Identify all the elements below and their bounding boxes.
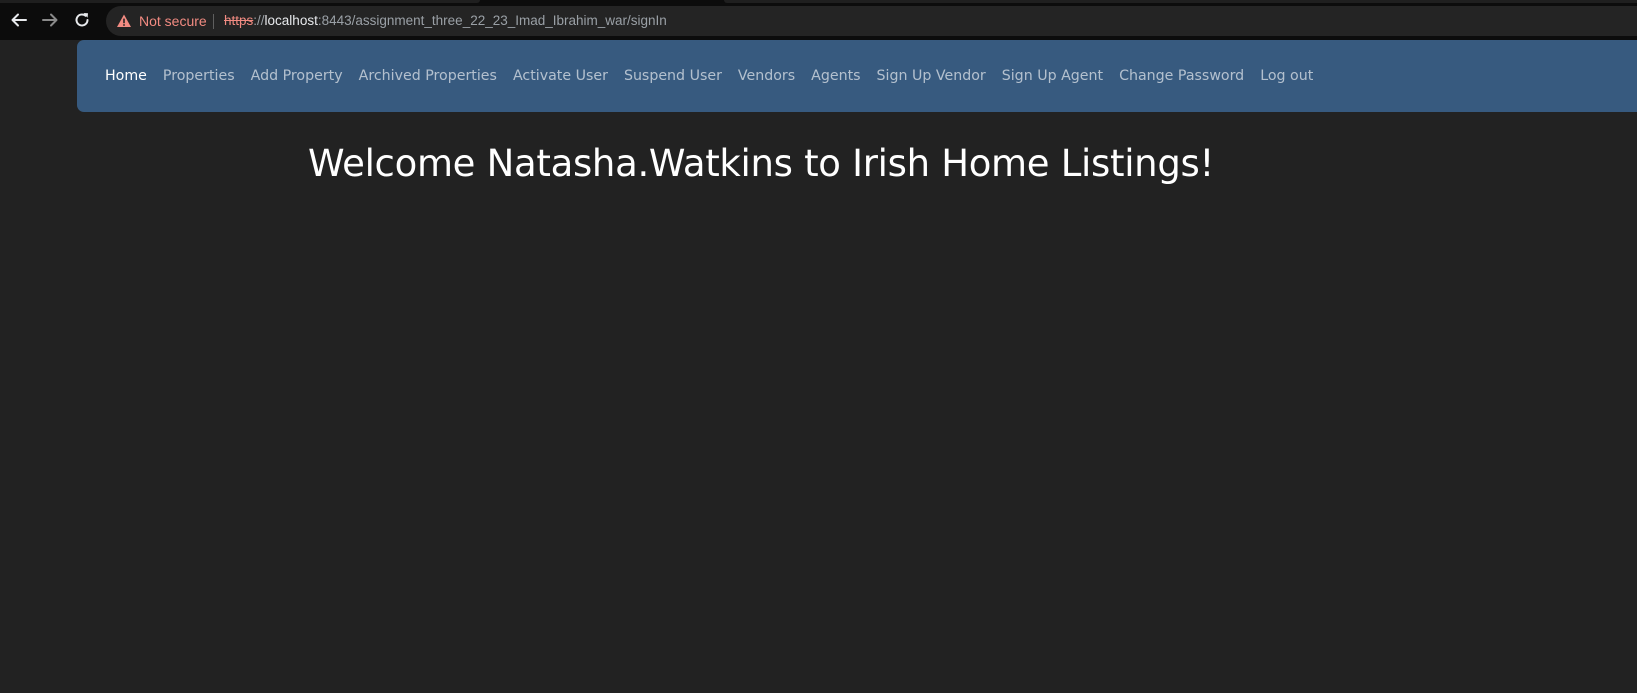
nav-item-sign-up-vendor[interactable]: Sign Up Vendor	[869, 40, 994, 112]
nav-item-archived-properties[interactable]: Archived Properties	[351, 40, 505, 112]
nav-item-log-out[interactable]: Log out	[1252, 40, 1321, 112]
nav-item-suspend-user[interactable]: Suspend User	[616, 40, 730, 112]
nav-item-add-property[interactable]: Add Property	[243, 40, 351, 112]
back-button[interactable]	[8, 9, 30, 31]
url-host: localhost	[264, 13, 318, 28]
url-path: :8443/assignment_three_22_23_Imad_Ibrahi…	[317, 13, 667, 28]
reload-icon	[75, 13, 89, 27]
address-bar[interactable]: Not secure https://localhost:8443/assign…	[106, 6, 1637, 36]
not-secure-label[interactable]: Not secure	[139, 13, 207, 29]
nav-item-change-password[interactable]: Change Password	[1111, 40, 1252, 112]
nav-item-activate-user[interactable]: Activate User	[505, 40, 616, 112]
tab-strip-edge	[724, 0, 1637, 3]
tab-strip-edge	[0, 0, 480, 3]
warning-triangle-icon[interactable]	[116, 13, 132, 29]
nav-list: Home Properties Add Property Archived Pr…	[77, 40, 1321, 112]
address-divider	[213, 14, 214, 29]
arrow-right-icon	[42, 13, 58, 27]
forward-button[interactable]	[39, 9, 61, 31]
reload-button[interactable]	[71, 9, 93, 31]
browser-toolbar: Not secure https://localhost:8443/assign…	[0, 0, 1637, 40]
nav-item-properties[interactable]: Properties	[155, 40, 243, 112]
welcome-heading: Welcome Natasha.Watkins to Irish Home Li…	[308, 142, 1215, 185]
nav-item-sign-up-agent[interactable]: Sign Up Agent	[994, 40, 1111, 112]
nav-item-agents[interactable]: Agents	[803, 40, 868, 112]
url-separator: ://	[253, 13, 265, 28]
nav-item-home[interactable]: Home	[97, 40, 155, 112]
url-text[interactable]: https://localhost:8443/assignment_three_…	[224, 13, 667, 28]
arrow-left-icon	[11, 13, 27, 27]
nav-item-vendors[interactable]: Vendors	[730, 40, 803, 112]
url-scheme: https	[224, 13, 254, 28]
main-navbar: Home Properties Add Property Archived Pr…	[77, 40, 1637, 112]
